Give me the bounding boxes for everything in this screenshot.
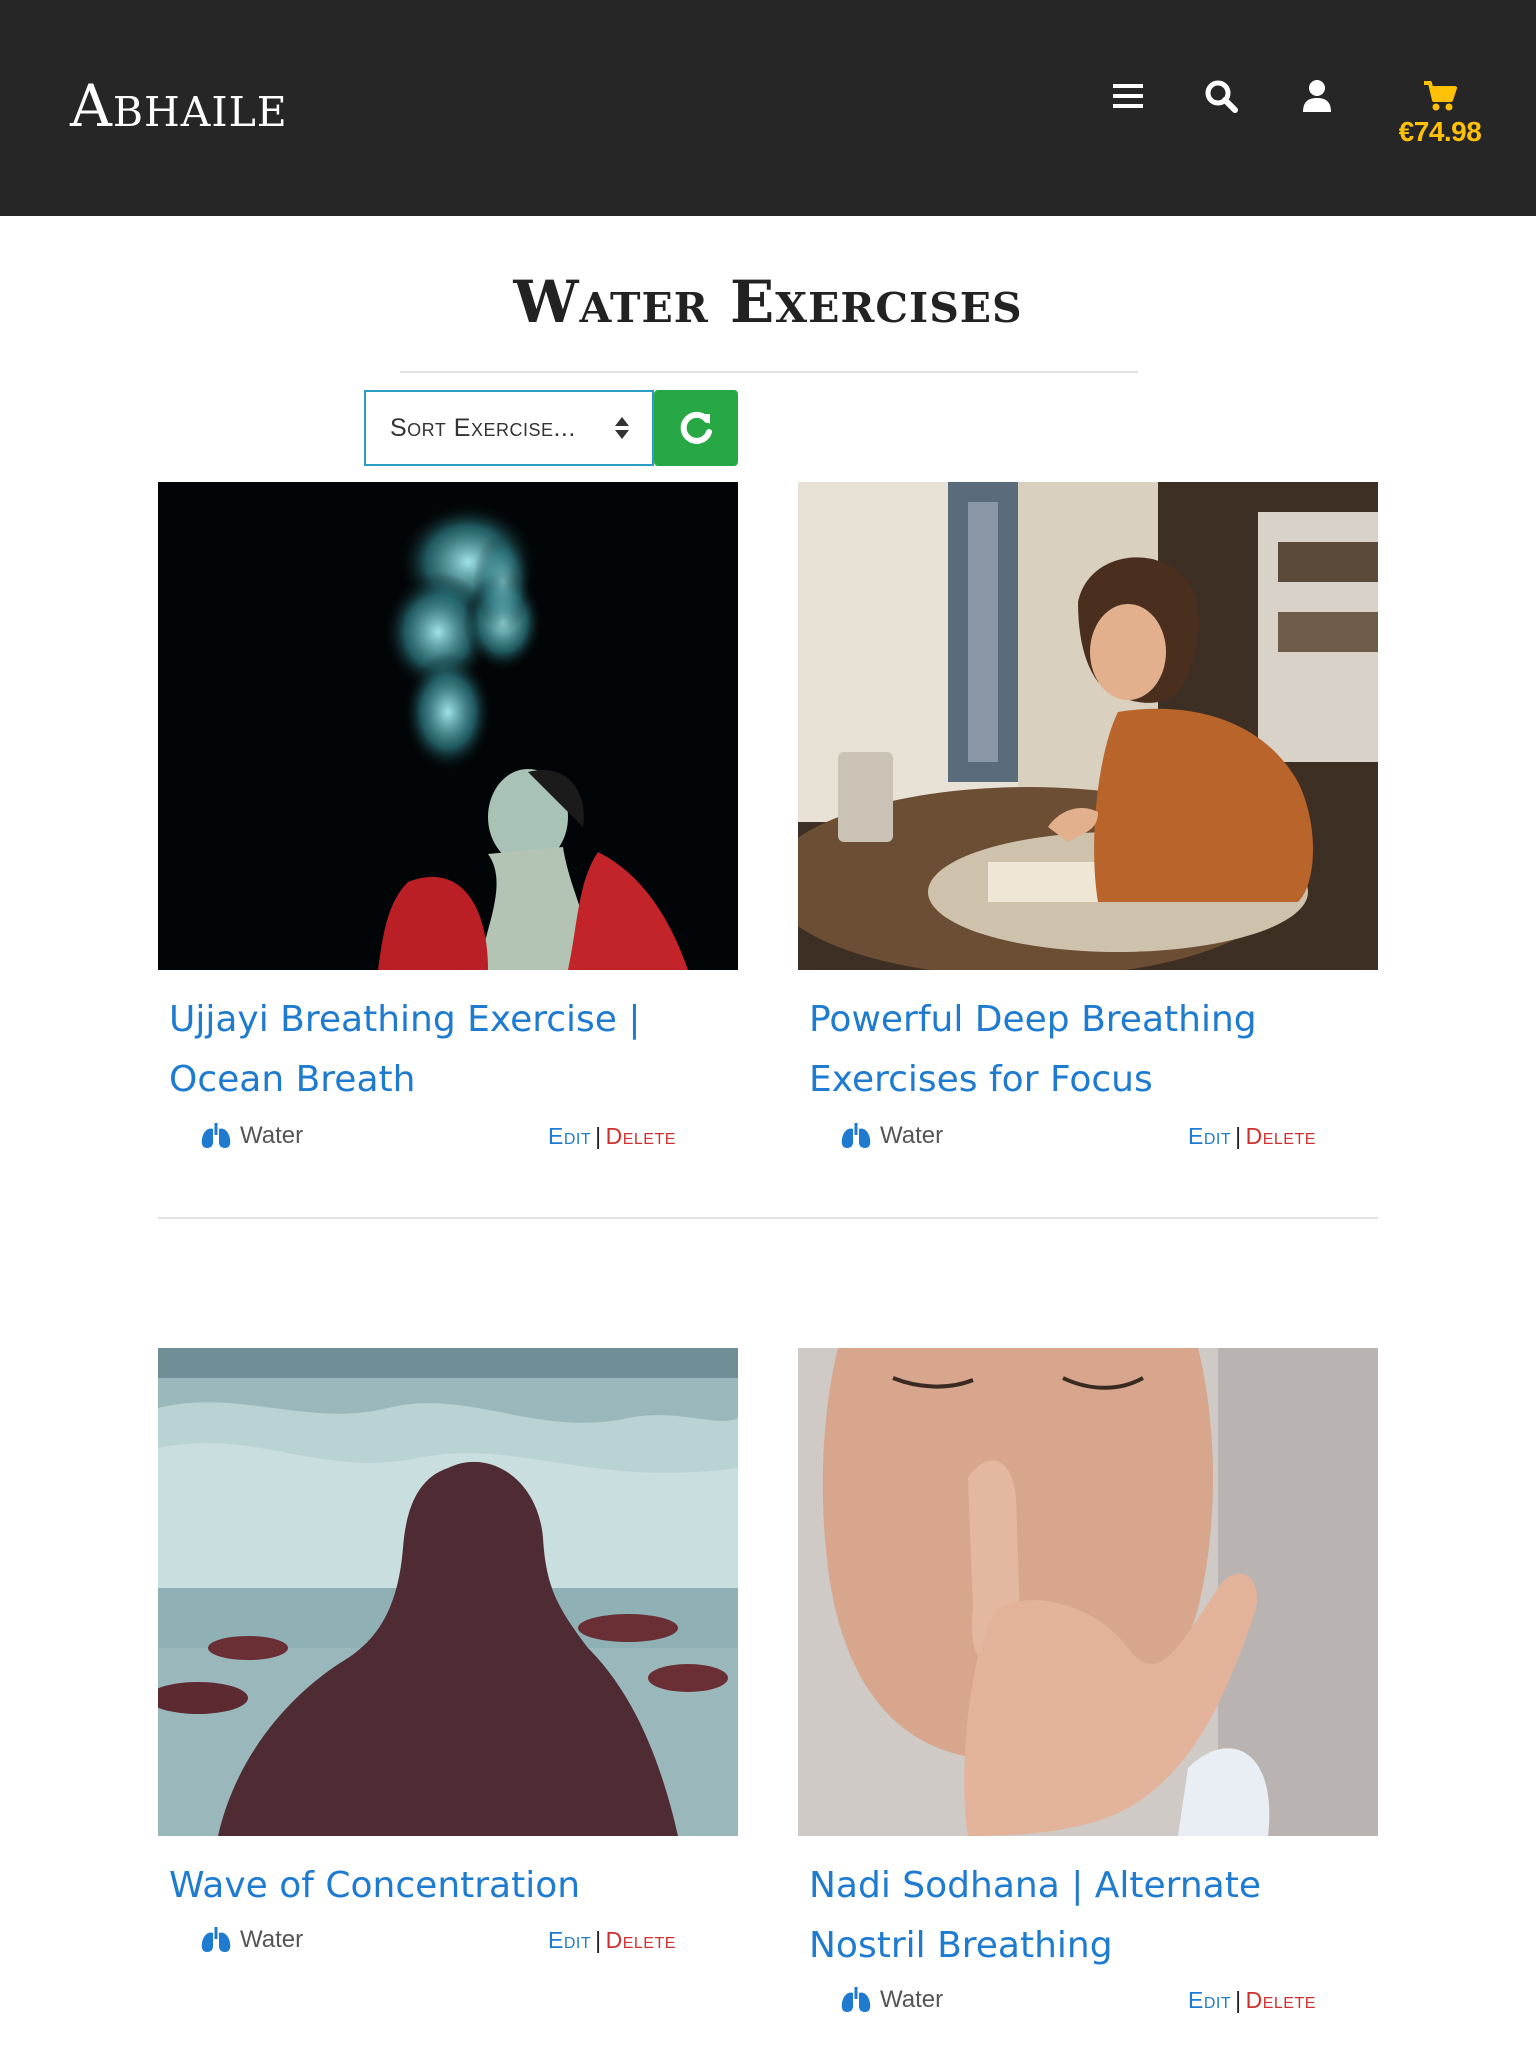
actions-separator: |	[1235, 1987, 1242, 2013]
sort-arrows-icon	[615, 417, 629, 439]
exercise-title[interactable]: Wave of Concentration	[169, 1856, 669, 1916]
exercise-actions: Edit | Delete	[548, 1123, 676, 1150]
user-icon[interactable]	[1295, 74, 1339, 118]
lungs-icon	[841, 1123, 871, 1148]
title-divider	[400, 371, 1138, 373]
exercise-category: Water	[840, 1122, 943, 1150]
exercise-title[interactable]: Ujjayi Breathing Exercise | Ocean Breath	[169, 990, 669, 1110]
actions-separator: |	[595, 1123, 602, 1149]
category-label: Water	[240, 1926, 304, 1953]
refresh-icon	[680, 411, 712, 444]
cart-icon[interactable]	[1418, 74, 1462, 118]
category-label: Water	[240, 1122, 304, 1149]
exercise-category: Water	[200, 1926, 303, 1954]
edit-link[interactable]: Edit	[548, 1927, 591, 1953]
exercise-image-painting-woman[interactable]	[798, 482, 1378, 970]
row-divider	[158, 1217, 1378, 1219]
delete-link[interactable]: Delete	[606, 1927, 676, 1953]
brand-logo[interactable]: Abhaile	[70, 72, 288, 140]
lungs-icon	[841, 1987, 871, 2012]
exercise-title[interactable]: Nadi Sodhana | Alternate Nostril Breathi…	[809, 1856, 1309, 1976]
exercise-title[interactable]: Powerful Deep Breathing Exercises for Fo…	[809, 990, 1309, 1110]
lungs-icon	[201, 1123, 231, 1148]
sort-select[interactable]: Sort Exercise...	[364, 390, 654, 466]
exercise-image-ocean-hood[interactable]	[158, 1348, 738, 1836]
cart-total[interactable]: €74.98	[1390, 116, 1490, 148]
exercise-actions: Edit | Delete	[548, 1927, 676, 1954]
lungs-icon	[201, 1927, 231, 1952]
actions-separator: |	[595, 1927, 602, 1953]
reset-sort-button[interactable]	[654, 390, 738, 466]
edit-link[interactable]: Edit	[1188, 1987, 1231, 2013]
delete-link[interactable]: Delete	[1246, 1123, 1316, 1149]
category-label: Water	[880, 1122, 944, 1149]
exercise-category: Water	[200, 1122, 303, 1150]
page-title: Water Exercises	[513, 268, 1023, 336]
menu-icon[interactable]	[1106, 74, 1150, 118]
exercise-category: Water	[840, 1986, 943, 2014]
delete-link[interactable]: Delete	[1246, 1987, 1316, 2013]
edit-link[interactable]: Edit	[1188, 1123, 1231, 1149]
exercise-actions: Edit | Delete	[1188, 1987, 1316, 2014]
delete-link[interactable]: Delete	[606, 1123, 676, 1149]
sort-select-label: Sort Exercise...	[390, 413, 576, 442]
exercise-actions: Edit | Delete	[1188, 1123, 1316, 1150]
category-label: Water	[880, 1986, 944, 2013]
edit-link[interactable]: Edit	[548, 1123, 591, 1149]
exercise-image-underwater[interactable]	[158, 482, 738, 970]
actions-separator: |	[1235, 1123, 1242, 1149]
exercise-image-nostril-breathing[interactable]	[798, 1348, 1378, 1836]
navbar: Abhaile €74.98	[0, 0, 1536, 216]
search-icon[interactable]	[1199, 74, 1243, 118]
